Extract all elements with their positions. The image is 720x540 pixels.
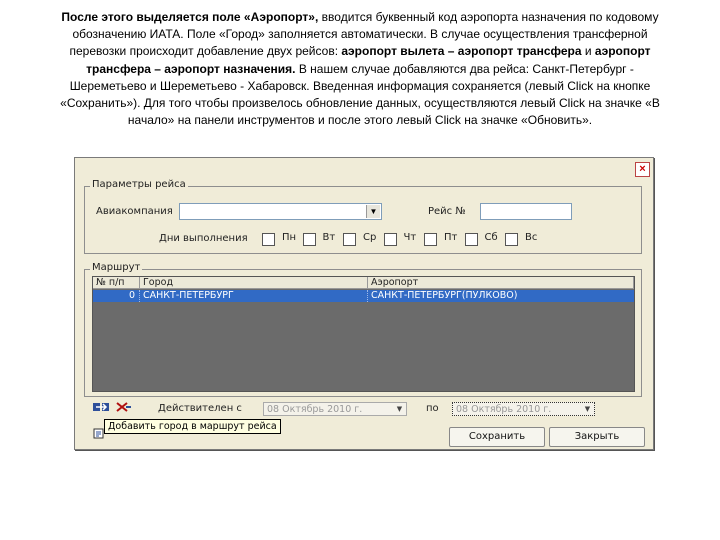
document-icon [93,428,104,439]
valid-from-value: 08 Октябрь 2010 г. [267,404,363,415]
day-checkbox-1[interactable] [262,233,275,246]
row-airport: САНКТ-ПЕТЕРБУРГ(ПУЛКОВО) [371,290,518,301]
chevron-down-icon[interactable]: ▼ [582,403,593,415]
instruction-line: вводится буквенный код аэропорта назначе… [318,10,659,24]
days-label: Дни выполнения [159,233,248,244]
route-legend: Маршрут [90,262,143,273]
add-city-icon[interactable] [92,401,110,413]
col-header-airport[interactable]: Аэропорт [368,277,634,289]
instruction-bold: После этого выделяется поле «Аэропорт», [61,10,319,24]
day-label: Пн [282,232,297,243]
day-label: Ср [363,232,377,243]
instruction-bold: трансфера – аэропорт назначения. [86,61,296,76]
col-header-city[interactable]: Город [140,277,368,289]
route-table[interactable]: № п/п Город Аэропорт 0 САНКТ-ПЕТЕРБУРГ С… [92,276,635,392]
close-icon[interactable]: × [635,162,650,177]
add-city-tooltip: Добавить город в маршрут рейса [104,419,281,434]
day-label: Вт [322,232,336,243]
instruction-line: Шереметьево и Шереметьево - Хабаровск. В… [69,78,651,93]
instruction-text: После этого выделяется поле «Аэропорт», … [30,9,690,129]
day-checkbox-5[interactable] [424,233,437,246]
row-num: 0 [93,290,140,302]
instruction-line: перевозки происходит добавление двух рей… [69,44,342,59]
airline-select[interactable]: ▼ [179,203,382,220]
airline-label: Авиакомпания [96,206,173,217]
valid-from-date[interactable]: 08 Октябрь 2010 г. ▼ [263,402,407,416]
delete-city-icon[interactable] [114,401,132,413]
valid-from-label: Действителен с [158,403,242,414]
instruction-line: «Сохранить»). Для того чтобы произвелось… [60,96,660,111]
instruction-line: и [581,44,595,59]
flight-number-input[interactable] [480,203,572,220]
chevron-down-icon[interactable]: ▼ [366,205,380,218]
valid-to-label: по [426,403,439,414]
day-checkbox-2[interactable] [302,233,316,246]
table-row[interactable]: 0 САНКТ-ПЕТЕРБУРГ САНКТ-ПЕТЕРБУРГ(ПУЛКОВ… [93,290,634,302]
valid-to-value: 08 Октябрь 2010 г. [456,404,552,415]
col-header-num[interactable]: № п/п [93,277,140,289]
instruction-bold: аэропорт [594,44,651,59]
flight-params-legend: Параметры рейса [90,179,188,190]
instruction-line: начало» на панели инструментов и после э… [127,113,593,128]
day-checkbox-4[interactable] [383,233,397,246]
day-checkbox-3[interactable] [343,233,356,246]
valid-to-date[interactable]: 08 Октябрь 2010 г. ▼ [452,402,595,416]
instruction-bold: аэропорт вылета – аэропорт трансфера [341,44,582,59]
day-label: Пт [444,232,458,243]
day-checkbox-6[interactable] [464,233,478,246]
save-button[interactable]: Сохранить [449,427,545,447]
row-city: САНКТ-ПЕТЕРБУРГ [140,290,368,302]
flight-number-label: Рейс № [428,206,466,217]
instruction-line: В нашем случае добавляются два рейса: Са… [295,61,634,76]
day-label: Вс [525,232,538,243]
chevron-down-icon[interactable]: ▼ [394,403,405,415]
close-button[interactable]: Закрыть [549,427,645,447]
day-label: Чт [403,232,417,243]
day-label: Сб [484,232,498,243]
day-checkbox-7[interactable] [505,233,518,246]
instruction-line: обозначению ИАТА. Поле «Город» заполняет… [72,27,648,42]
